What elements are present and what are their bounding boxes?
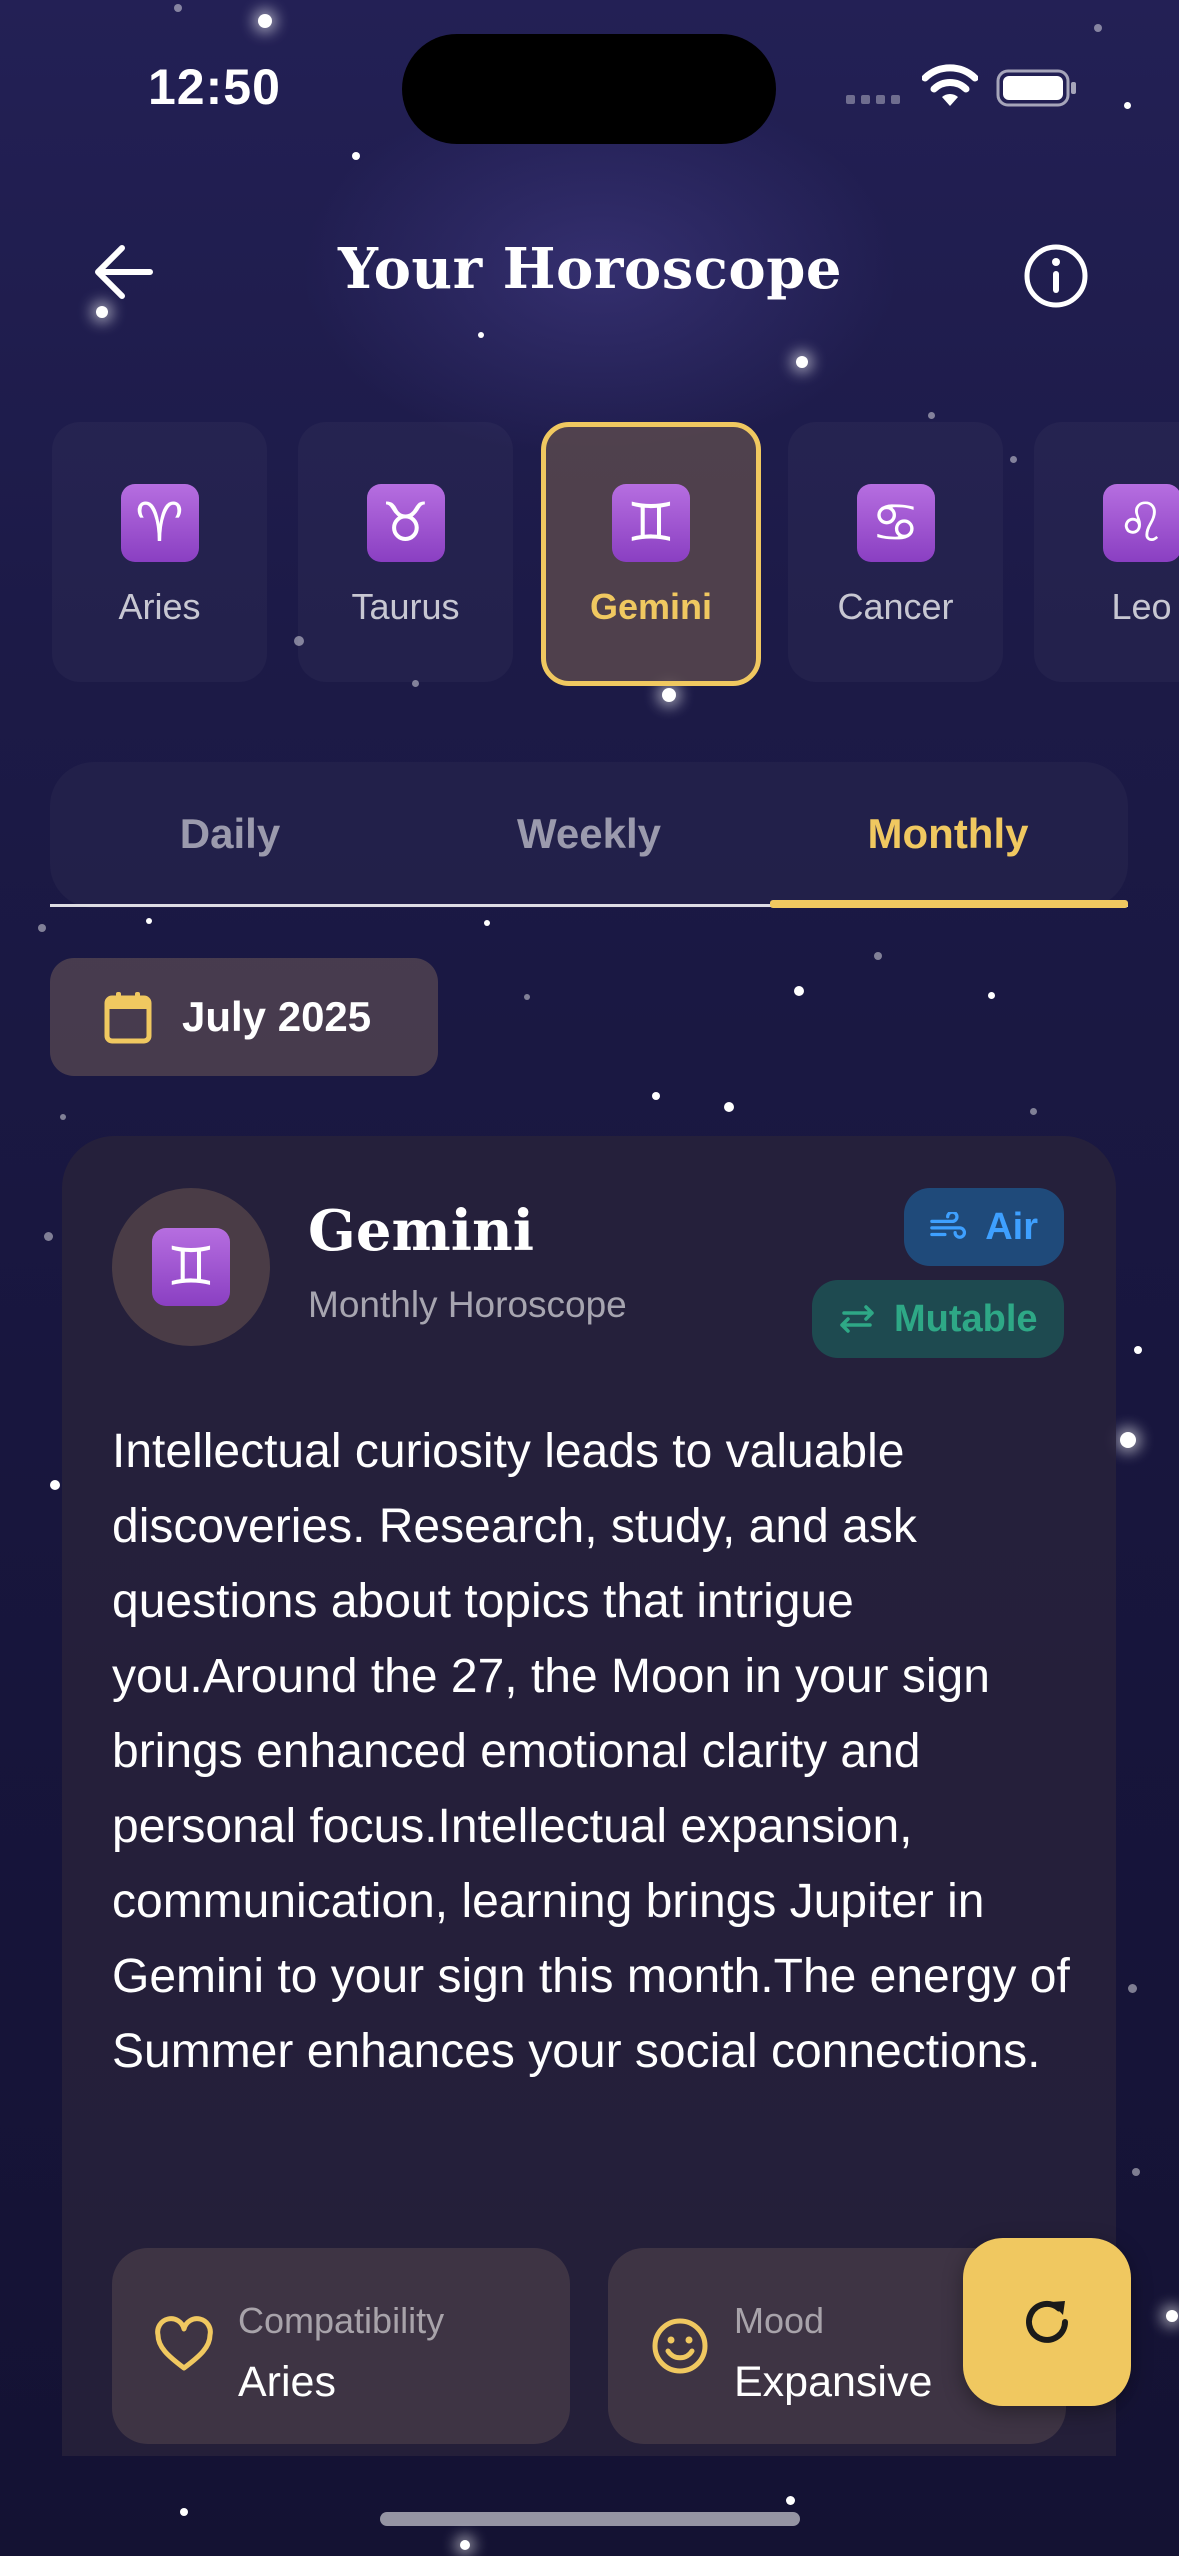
card-subtitle: Monthly Horoscope	[308, 1284, 627, 1325]
cellular-signal-icon	[846, 95, 900, 104]
info-icon	[1024, 244, 1088, 308]
calendar-icon	[104, 992, 152, 1044]
sign-label: Aries	[118, 586, 201, 627]
refresh-button[interactable]	[963, 2238, 1131, 2406]
sign-card-aries[interactable]: ♈ Aries	[52, 422, 267, 682]
date-label: July 2025	[182, 993, 372, 1040]
refresh-icon	[1026, 2300, 1068, 2343]
sign-label: Leo	[1111, 586, 1172, 627]
battery-icon	[996, 69, 1076, 107]
sign-card-taurus[interactable]: ♉ Taurus	[298, 422, 513, 682]
arrow-left-icon	[95, 245, 153, 299]
wifi-icon	[922, 64, 978, 106]
sign-card-cancer[interactable]: ♋ Cancer	[788, 422, 1003, 682]
aries-icon: ♈	[120, 484, 199, 562]
tab-active-indicator	[770, 900, 1128, 908]
sign-label: Gemini	[589, 586, 713, 627]
page-title: Your Horoscope	[337, 236, 843, 302]
element-badge: Air	[904, 1188, 1064, 1266]
gemini-icon: ♊	[152, 1228, 230, 1306]
stat-value: Expansive	[734, 2358, 933, 2406]
stat-label: Mood	[734, 2300, 825, 2341]
tab-weekly[interactable]: Weekly	[409, 810, 769, 858]
sign-card-leo[interactable]: ♌ Leo	[1034, 422, 1179, 682]
leo-icon: ♌	[1102, 484, 1179, 562]
sign-label: Taurus	[351, 586, 460, 627]
tab-monthly[interactable]: Monthly	[768, 810, 1128, 858]
card-title: Gemini	[308, 1198, 534, 1264]
sign-card-gemini[interactable]: ♊ Gemini	[541, 422, 761, 686]
swap-arrows-icon	[840, 1305, 874, 1333]
stat-value: Aries	[238, 2358, 336, 2406]
sign-avatar: ♊	[112, 1188, 270, 1346]
dynamic-island	[402, 34, 776, 144]
zodiac-sign-selector: ♈ Aries ♉ Taurus ♊ Gemini ♋ Cancer ♌ Leo	[0, 420, 1179, 690]
element-badge-label: Air	[985, 1205, 1038, 1248]
horoscope-card: ♊ Gemini Monthly Horoscope Air Mutable I…	[62, 1136, 1116, 2456]
smile-icon	[652, 2318, 708, 2374]
horoscope-text: Intellectual curiosity leads to valuable…	[112, 1425, 1070, 2078]
taurus-icon: ♉	[366, 484, 445, 562]
modality-badge: Mutable	[812, 1280, 1064, 1358]
heart-icon	[155, 2316, 213, 2371]
wind-icon	[930, 1212, 967, 1239]
cancer-icon: ♋	[856, 484, 935, 562]
compatibility-stat: Compatibility Aries	[112, 2248, 570, 2444]
date-selector[interactable]: July 2025	[50, 958, 438, 1076]
tab-daily[interactable]: Daily	[50, 810, 410, 858]
sign-label: Cancer	[837, 586, 954, 627]
stat-label: Compatibility	[238, 2300, 445, 2341]
status-time: 12:50	[148, 59, 281, 115]
gemini-icon: ♊	[612, 484, 690, 562]
back-button[interactable]	[84, 232, 164, 312]
period-tabs: Daily Weekly Monthly	[50, 762, 1128, 908]
home-indicator[interactable]	[380, 2512, 800, 2526]
modality-badge-label: Mutable	[894, 1297, 1038, 1340]
status-bar: 12:50	[0, 0, 1179, 170]
info-button[interactable]	[1016, 236, 1096, 316]
